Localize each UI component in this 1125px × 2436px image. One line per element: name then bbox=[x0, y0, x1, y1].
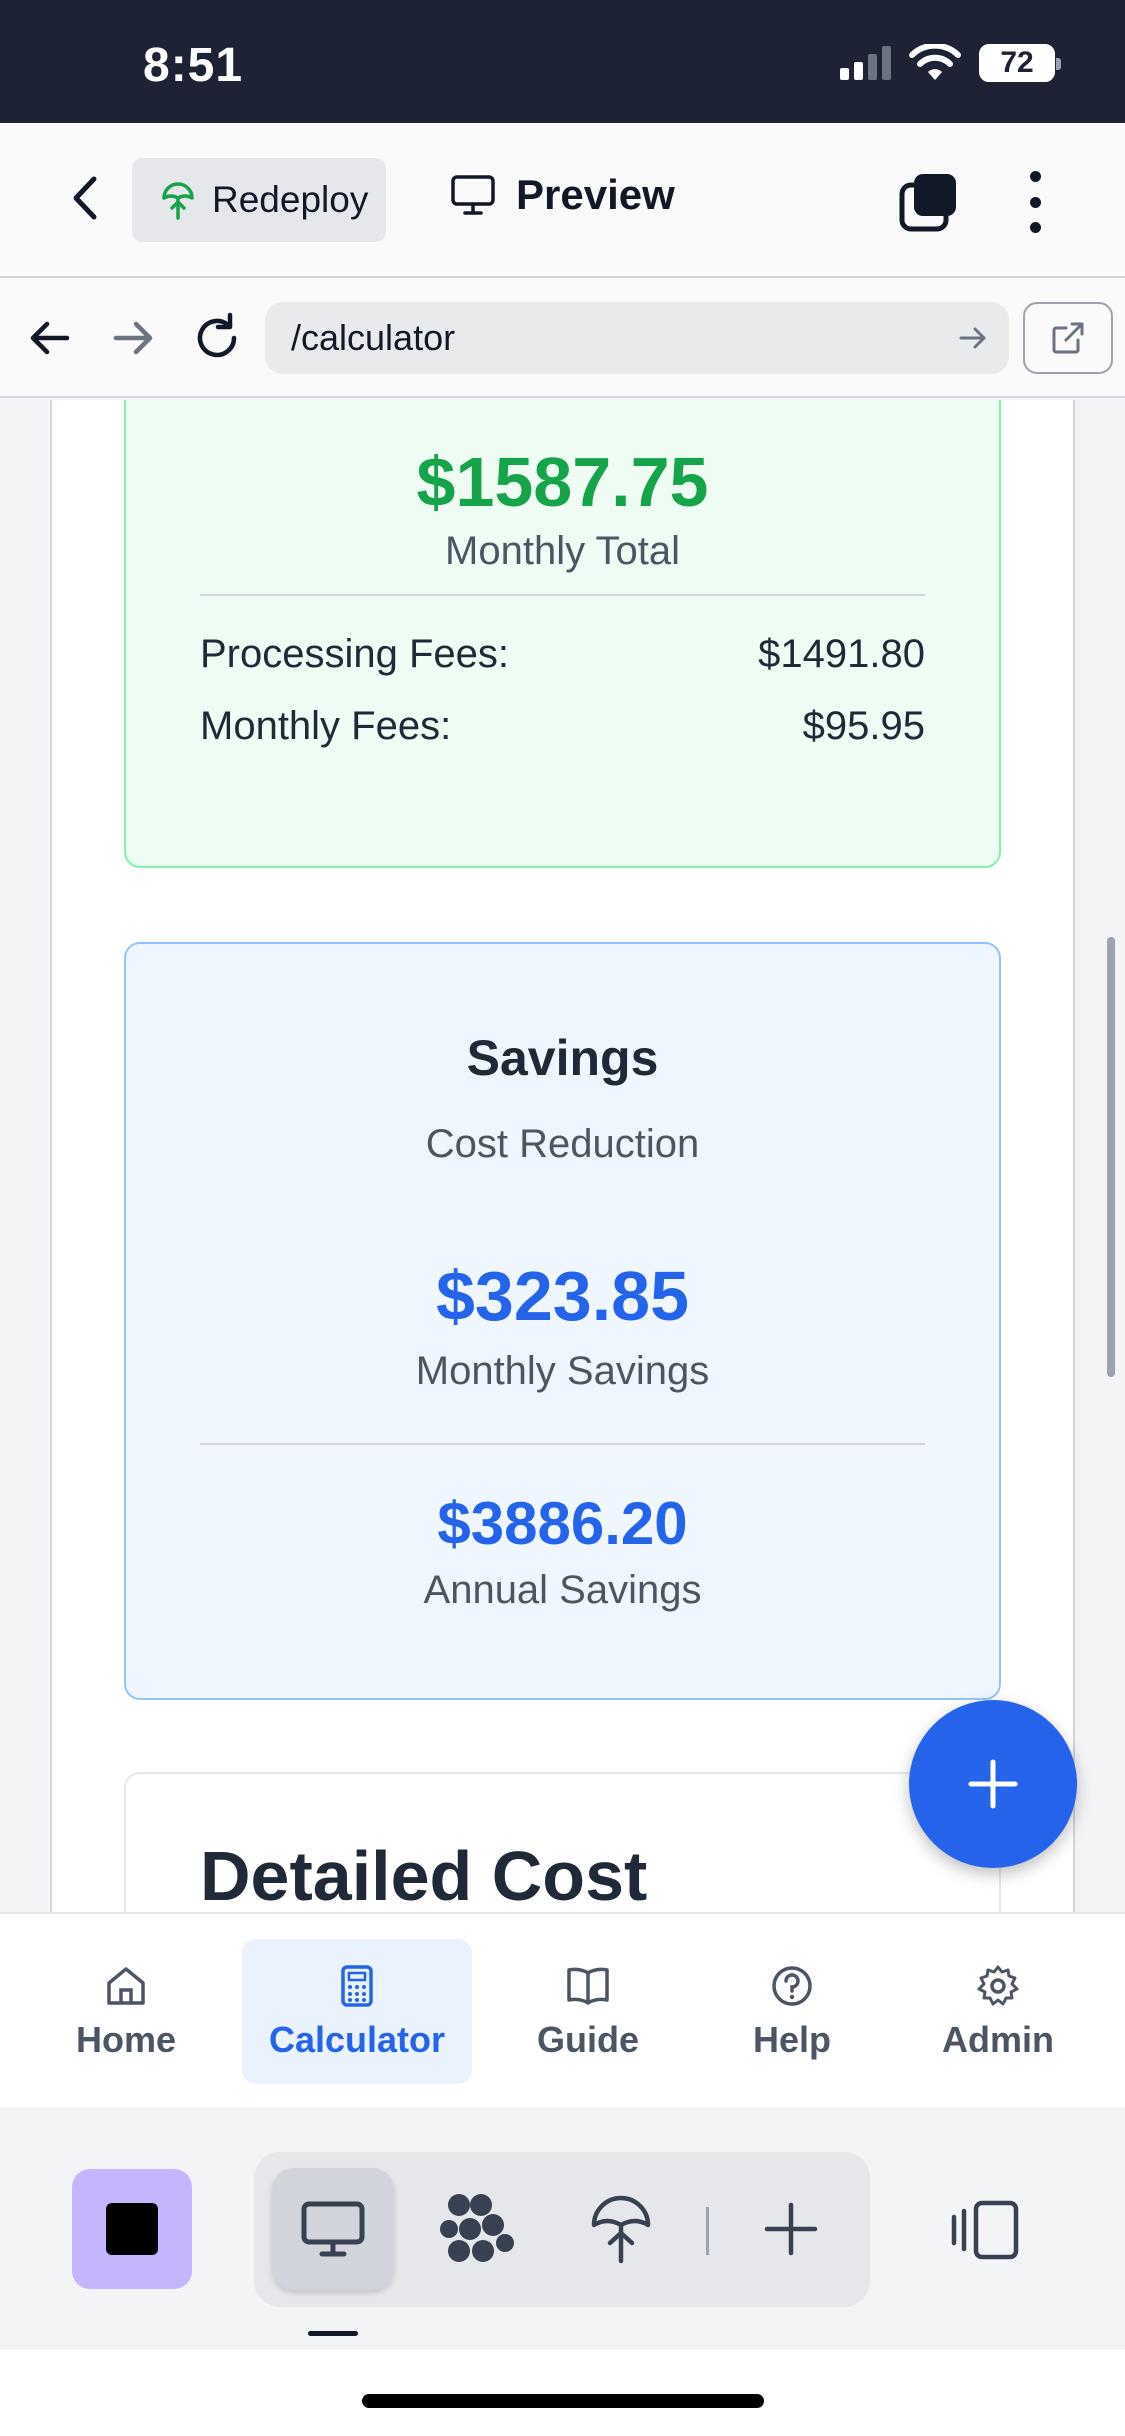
tabs-switcher-icon[interactable] bbox=[898, 171, 960, 233]
monthly-total-label: Monthly Total bbox=[445, 529, 680, 573]
monthly-fees-row: Monthly Fees: $95.95 bbox=[200, 704, 925, 749]
go-arrow-icon[interactable] bbox=[957, 322, 989, 354]
nav-item-label: Home bbox=[75, 2018, 177, 2060]
divider bbox=[200, 1443, 925, 1445]
annual-savings-label: Annual Savings bbox=[423, 1568, 702, 1612]
plus-icon bbox=[968, 1759, 1018, 1809]
savings-card: Savings Cost Reduction $323.85 Monthly S… bbox=[124, 942, 1001, 1700]
nav-item-guide[interactable]: Guide bbox=[510, 1939, 666, 2084]
preview-label: Preview bbox=[516, 171, 675, 218]
active-tool-indicator bbox=[308, 2331, 358, 2336]
monthly-savings-label: Monthly Savings bbox=[415, 1349, 710, 1393]
detailed-cost-card: Detailed Cost bbox=[124, 1772, 1001, 1912]
tool-group bbox=[254, 2152, 870, 2307]
status-icons: 72 bbox=[840, 44, 1061, 82]
nav-item-home[interactable]: Home bbox=[48, 1939, 204, 2084]
book-icon bbox=[567, 1967, 609, 2005]
monitor-icon bbox=[301, 2201, 365, 2257]
fee-value: $95.95 bbox=[802, 704, 925, 748]
wifi-icon bbox=[909, 44, 961, 80]
annual-savings-amount: $3886.20 bbox=[437, 1490, 688, 1557]
reload-icon[interactable] bbox=[190, 311, 244, 365]
divider bbox=[200, 594, 925, 596]
plus-icon bbox=[764, 2202, 818, 2256]
deploy-icon bbox=[591, 2195, 651, 2264]
savings-title: Savings bbox=[466, 1030, 659, 1086]
more-menu-icon[interactable] bbox=[1020, 171, 1050, 233]
nav-item-admin[interactable]: Admin bbox=[920, 1939, 1076, 2084]
monthly-savings-amount: $323.85 bbox=[435, 1257, 690, 1335]
toolbar-separator bbox=[706, 2207, 709, 2255]
scrollbar[interactable] bbox=[1107, 937, 1115, 1377]
gear-icon bbox=[977, 1965, 1019, 2005]
nav-item-label: Help bbox=[752, 2018, 831, 2060]
monthly-total-card: $1587.75 Monthly Total Processing Fees: … bbox=[124, 400, 1001, 868]
stop-icon bbox=[106, 2203, 158, 2255]
monthly-total-amount: $1587.75 bbox=[416, 443, 709, 521]
deploy-tool[interactable] bbox=[560, 2168, 682, 2290]
add-fab-button[interactable] bbox=[909, 1700, 1077, 1868]
stop-button[interactable] bbox=[72, 2169, 192, 2289]
status-bar: 8:51 72 bbox=[0, 0, 1125, 123]
browser-back-icon[interactable] bbox=[25, 313, 75, 363]
browser-bar: /calculator bbox=[0, 278, 1125, 398]
nav-item-label: Calculator bbox=[268, 2018, 446, 2060]
external-link-icon bbox=[1052, 322, 1084, 354]
bottom-toolbar bbox=[0, 2107, 1125, 2350]
page-content[interactable]: $1587.75 Monthly Total Processing Fees: … bbox=[0, 400, 1125, 1912]
nav-item-calculator[interactable]: Calculator bbox=[242, 1939, 472, 2084]
calculator-icon bbox=[341, 1964, 373, 2007]
open-external-button[interactable] bbox=[1023, 302, 1113, 374]
detailed-cost-title: Detailed Cost bbox=[200, 1837, 648, 1912]
redeploy-button[interactable]: Redeploy bbox=[132, 158, 386, 242]
fee-value: $1491.80 bbox=[758, 632, 925, 676]
url-input[interactable]: /calculator bbox=[265, 302, 1009, 374]
preview-tool[interactable] bbox=[272, 2168, 394, 2290]
redeploy-icon bbox=[162, 182, 194, 220]
new-tab-tool[interactable] bbox=[730, 2168, 852, 2290]
help-circle-icon bbox=[772, 1965, 812, 2006]
back-chevron-icon[interactable] bbox=[62, 173, 112, 223]
savings-subtitle: Cost Reduction bbox=[425, 1122, 700, 1166]
workspace-blobs-icon bbox=[440, 2194, 514, 2262]
url-text: /calculator bbox=[291, 317, 456, 358]
monitor-icon bbox=[451, 175, 495, 215]
fee-label: Processing Fees: bbox=[200, 632, 510, 676]
home-icon bbox=[107, 1966, 145, 2005]
battery-icon: 72 bbox=[979, 44, 1061, 82]
nav-item-label: Guide bbox=[536, 2018, 639, 2060]
redeploy-label: Redeploy bbox=[212, 179, 369, 220]
app-header: Redeploy Preview bbox=[0, 123, 1125, 278]
workspace-tool[interactable] bbox=[416, 2168, 538, 2290]
nav-item-help[interactable]: Help bbox=[714, 1939, 870, 2084]
browser-forward-icon[interactable] bbox=[108, 313, 158, 363]
preview-toggle[interactable]: Preview bbox=[450, 171, 675, 219]
status-time: 8:51 bbox=[143, 39, 244, 92]
home-indicator[interactable] bbox=[362, 2394, 764, 2408]
processing-fees-row: Processing Fees: $1491.80 bbox=[200, 632, 925, 677]
bottom-navigation: Home Calculator Guide Help Admin bbox=[0, 1912, 1125, 2107]
cellular-signal-icon bbox=[840, 46, 891, 80]
fee-label: Monthly Fees: bbox=[200, 704, 452, 748]
home-indicator-area bbox=[0, 2350, 1125, 2436]
sidebar-toggle-icon[interactable] bbox=[950, 2199, 1022, 2261]
nav-item-label: Admin bbox=[942, 2018, 1054, 2060]
